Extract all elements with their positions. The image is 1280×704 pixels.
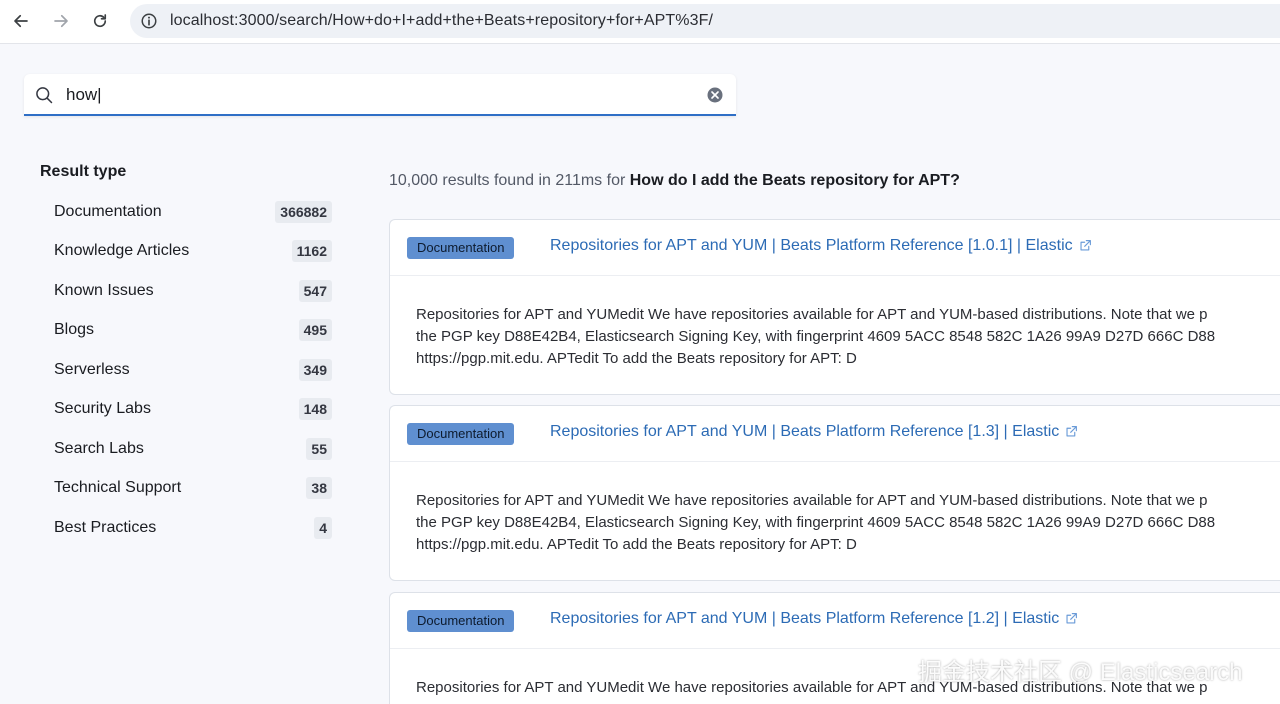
snippet-line: Repositories for APT and YUMedit We have… <box>416 306 1208 323</box>
url-text: localhost:3000/search/How+do+I+add+the+B… <box>170 12 714 29</box>
search-bar <box>24 74 736 116</box>
browser-toolbar: localhost:3000/search/How+do+I+add+the+B… <box>0 0 1280 44</box>
result-card: Documentation Repositories for APT and Y… <box>389 405 1280 581</box>
result-title: Repositories for APT and YUM | Beats Pla… <box>550 423 1060 440</box>
facet-security-labs[interactable]: Security Labs 148 <box>40 390 332 430</box>
summary-text: 10,000 results found in 211ms for <box>389 172 630 189</box>
facet-title: Result type <box>40 163 127 180</box>
result-title: Repositories for APT and YUM | Beats Pla… <box>550 610 1060 627</box>
facet-known-issues[interactable]: Known Issues 547 <box>40 271 332 311</box>
result-type-badge: Documentation <box>407 610 515 632</box>
facet-documentation[interactable]: Documentation 366882 <box>40 192 332 232</box>
facet-technical-support[interactable]: Technical Support 38 <box>40 469 332 509</box>
summary-query: How do I add the Beats repository for AP… <box>629 172 960 189</box>
info-icon[interactable] <box>140 12 158 30</box>
result-title-link[interactable]: Repositories for APT and YUM | Beats Pla… <box>550 423 1078 441</box>
facet-label: Security Labs <box>54 400 151 418</box>
result-header: Documentation Repositories for APT and Y… <box>390 406 1280 462</box>
snippet-line: https://pgp.mit.edu. APTedit To add the … <box>416 536 857 554</box>
result-type-badge: Documentation <box>407 237 515 259</box>
facet-best-practices[interactable]: Best Practices 4 <box>40 508 332 548</box>
facet-search-labs[interactable]: Search Labs 55 <box>40 429 332 469</box>
facet-serverless[interactable]: Serverless 349 <box>40 350 332 390</box>
facet-blogs[interactable]: Blogs 495 <box>40 311 332 351</box>
facet-count: 148 <box>298 398 332 421</box>
result-header: Documentation Repositories for APT and Y… <box>390 593 1280 649</box>
facet-label: Blogs <box>54 321 95 339</box>
result-snippet: Repositories for APT and YUMedit We have… <box>390 276 1264 371</box>
result-card: Documentation Repositories for APT and Y… <box>389 219 1280 395</box>
facet-count: 4 <box>314 516 332 539</box>
snippet-line: the PGP key D88E42B4, Elasticsearch Sign… <box>416 514 1216 532</box>
reload-button[interactable] <box>89 10 111 32</box>
result-type-badge: Documentation <box>407 423 515 445</box>
facet-count: 547 <box>298 279 332 302</box>
facet-label: Known Issues <box>54 281 154 299</box>
facet-count: 55 <box>306 437 332 460</box>
result-type-facets: Documentation 366882 Knowledge Articles 11… <box>40 192 332 548</box>
results-summary: 10,000 results found in 211ms for How do… <box>389 172 960 190</box>
arrow-right-icon <box>54 14 68 28</box>
facet-count: 1162 <box>291 240 332 263</box>
snippet-line: the PGP key D88E42B4, Elasticsearch Sign… <box>416 328 1216 346</box>
facet-knowledge-articles[interactable]: Knowledge Articles 1162 <box>40 232 332 272</box>
address-bar[interactable]: localhost:3000/search/How+do+I+add+the+B… <box>130 4 1280 38</box>
facet-count: 349 <box>298 358 332 381</box>
facet-label: Search Labs <box>54 439 144 457</box>
facet-label: Best Practices <box>54 518 157 536</box>
clear-icon[interactable] <box>706 86 724 104</box>
result-card: Documentation Repositories for APT and Y… <box>389 592 1280 704</box>
snippet-line: Repositories for APT and YUMedit We have… <box>416 492 1208 509</box>
snippet-line: https://pgp.mit.edu. APTedit To add the … <box>416 350 857 368</box>
facet-label: Documentation <box>54 202 162 220</box>
facet-label: Knowledge Articles <box>54 242 190 260</box>
search-input[interactable] <box>66 80 696 110</box>
search-icon <box>36 87 53 104</box>
result-snippet: Repositories for APT and YUMedit We have… <box>390 462 1264 557</box>
facet-count: 366882 <box>275 200 332 223</box>
facet-count: 38 <box>306 477 332 500</box>
result-header: Documentation Repositories for APT and Y… <box>390 220 1280 276</box>
facet-label: Technical Support <box>54 479 182 497</box>
facet-count: 495 <box>298 319 332 342</box>
back-button[interactable] <box>10 10 32 32</box>
result-title-link[interactable]: Repositories for APT and YUM | Beats Pla… <box>550 237 1092 255</box>
forward-button[interactable] <box>50 10 72 32</box>
external-link-icon <box>1066 426 1078 437</box>
watermark: 掘金技术社区 @ Elasticsearch <box>918 659 1243 686</box>
arrow-left-icon <box>14 14 28 28</box>
external-link-icon <box>1066 613 1078 624</box>
external-link-icon <box>1080 240 1091 251</box>
result-title-link[interactable]: Repositories for APT and YUM | Beats Pla… <box>550 610 1078 628</box>
reload-icon <box>93 14 107 28</box>
facet-label: Serverless <box>54 360 130 378</box>
result-title: Repositories for APT and YUM | Beats Pla… <box>550 237 1073 254</box>
